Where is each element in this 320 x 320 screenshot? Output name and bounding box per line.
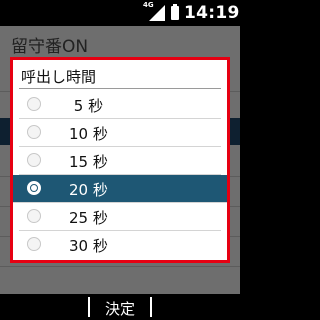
option-20-seconds[interactable]: 20 秒 [13,175,227,203]
option-15-seconds[interactable]: 15 秒 [19,147,221,175]
option-label: 5 秒 [69,97,104,115]
confirm-softkey[interactable]: 決定 [94,298,146,319]
ring-time-dialog: 呼出し時間 5 秒 10 秒 15 秒 20 秒 25 秒 30 秒 [10,57,230,263]
softkey-separator [88,297,90,317]
option-label: 15 秒 [69,153,108,171]
radio-button-icon[interactable] [27,153,41,167]
option-label: 20 秒 [69,181,108,199]
option-10-seconds[interactable]: 10 秒 [19,119,221,147]
signal-strength-icon [149,5,165,21]
dialog-title: 呼出し時間 [21,68,97,86]
ring-time-options: 5 秒 10 秒 15 秒 20 秒 25 秒 30 秒 [13,91,227,258]
option-5-seconds[interactable]: 5 秒 [19,91,221,119]
option-30-seconds[interactable]: 30 秒 [19,231,221,258]
option-25-seconds[interactable]: 25 秒 [19,203,221,231]
radio-button-icon[interactable] [27,125,41,139]
battery-icon [171,4,179,20]
radio-button-icon[interactable] [27,209,41,223]
divider [0,266,240,267]
option-label: 10 秒 [69,125,108,143]
clock: 14:19 [184,3,240,23]
softkey-separator [150,297,152,317]
background-title: 留守番ON [11,37,89,57]
option-label: 30 秒 [69,237,108,255]
option-label: 25 秒 [69,209,108,227]
status-bar: 4G 14:19 [0,0,240,26]
softkey-bar: 決定 [0,294,240,320]
radio-button-icon[interactable] [27,97,41,111]
dialog-title-divider [19,88,221,89]
radio-button-icon[interactable] [27,237,41,251]
radio-button-selected-icon[interactable] [27,181,41,195]
